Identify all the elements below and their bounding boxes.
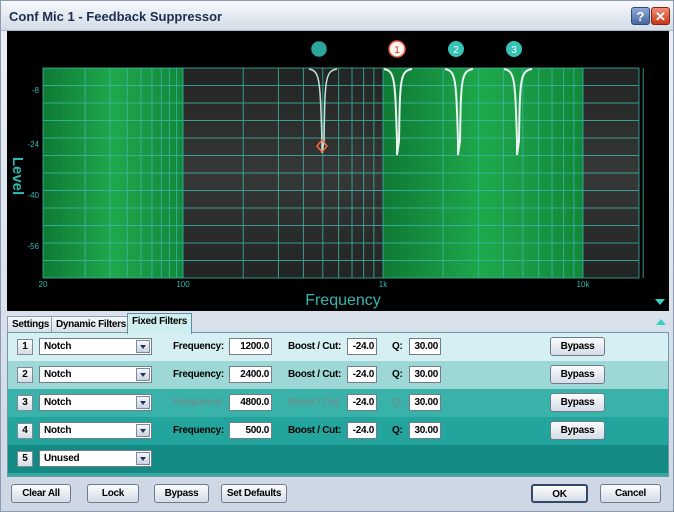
filter-type-select[interactable]: Notch [39,394,152,411]
boost-cut-field[interactable]: -24.0 [347,422,377,439]
filter-marker-1-label: 1 [394,45,400,56]
frequency-label: Frequency: [173,397,224,408]
filter-marker-4[interactable] [310,40,328,58]
filter-row-2: 2 Notch Frequency: 2400.0 Boost / Cut: -… [8,361,668,389]
filter-marker-2-label: 2 [453,45,459,56]
boost-cut-field[interactable]: -24.0 [347,366,377,383]
boost-cut-label: Boost / Cut: [288,397,342,408]
cancel-button[interactable]: Cancel [600,484,661,503]
graph-canvas: -8 -24 -40 -56 20 100 1k 10k 1 2 3 Level Frequ… [9,40,644,309]
fixed-filters-panel: 1 Notch Frequency: 1200.0 Boost / Cut: -… [7,332,669,477]
boost-cut-label: Boost / Cut: [288,425,342,436]
filter-type-value: Notch [44,397,72,408]
filter-type-value: Notch [44,369,72,380]
bypass-filter-button[interactable]: Bypass [550,421,605,440]
bypass-filter-button[interactable]: Bypass [550,337,605,356]
boost-cut-label: Boost / Cut: [288,341,342,352]
filter-row-3: 3 Notch Frequency: 4800.0 Boost / Cut: -… [8,389,668,417]
filter-type-value: Unused [44,453,80,464]
tab-settings[interactable]: Settings [7,316,55,333]
y-tick-label: -40 [27,191,39,200]
chevron-down-icon[interactable] [136,452,150,465]
filter-number: 5 [17,451,33,467]
frequency-field[interactable]: 1200.0 [229,338,272,355]
y-tick-label: -24 [27,140,39,149]
q-label: Q: [392,341,403,352]
q-label: Q: [392,397,403,408]
filter-number: 4 [17,423,33,439]
bypass-filter-button[interactable]: Bypass [550,393,605,412]
x-tick-label: 100 [176,280,190,289]
chevron-down-icon[interactable] [136,368,150,381]
frequency-field[interactable]: 500.0 [229,422,272,439]
panel-collapse-arrow[interactable] [656,319,666,325]
close-button[interactable]: ✕ [651,7,670,25]
bypass-all-button[interactable]: Bypass [154,484,209,503]
title-bar: Conf Mic 1 - Feedback Suppressor ? ✕ [1,1,673,31]
y-tick-label: -8 [32,86,40,95]
filter-marker-3-label: 3 [511,45,517,56]
frequency-field[interactable]: 4800.0 [229,394,272,411]
filter-type-value: Notch [44,425,72,436]
window-title: Conf Mic 1 - Feedback Suppressor [9,9,223,24]
bypass-filter-button[interactable]: Bypass [550,365,605,384]
q-field[interactable]: 30.00 [409,338,441,355]
x-axis-label: Frequency [305,292,381,309]
feedback-suppressor-window: Conf Mic 1 - Feedback Suppressor ? ✕ -8-… [0,0,674,512]
q-field[interactable]: 30.00 [409,394,441,411]
tab-fixed-filters[interactable]: Fixed Filters [127,313,193,334]
filter-number: 1 [17,339,33,355]
filter-row-4: 4 Notch Frequency: 500.0 Boost / Cut: -2… [8,417,668,445]
frequency-field[interactable]: 2400.0 [229,366,272,383]
filter-type-value: Notch [44,341,72,352]
chevron-down-icon[interactable] [136,396,150,409]
y-axis-label: Level [9,157,26,195]
boost-cut-field[interactable]: -24.0 [347,338,377,355]
clear-all-button[interactable]: Clear All [11,484,71,503]
frequency-label: Frequency: [173,425,224,436]
filter-type-select[interactable]: Unused [39,450,152,467]
frequency-label: Frequency: [173,369,224,380]
boost-cut-label: Boost / Cut: [288,369,342,380]
filter-markers: 1 2 3 [310,40,522,58]
x-tick-label: 1k [379,280,388,289]
q-field[interactable]: 30.00 [409,366,441,383]
filter-row-5: 5 Unused [8,445,668,473]
frequency-response-graph[interactable]: -8 -24 -40 -56 20 100 1k 10k 1 2 3 Level Frequ… [7,31,669,311]
q-label: Q: [392,425,403,436]
filter-type-select[interactable]: Notch [39,422,152,439]
q-field[interactable]: 30.00 [409,422,441,439]
set-defaults-button[interactable]: Set Defaults [221,484,287,503]
filter-number: 3 [17,395,33,411]
frequency-label: Frequency: [173,341,224,352]
tab-dynamic-filters[interactable]: Dynamic Filters [51,316,131,333]
y-tick-label: -56 [27,242,39,251]
chevron-down-icon[interactable] [136,424,150,437]
lock-button[interactable]: Lock [87,484,139,503]
graph-collapse-arrow[interactable] [655,299,665,305]
q-label: Q: [392,369,403,380]
x-tick-labels: 20 100 1k 10k [39,280,591,289]
filter-type-select[interactable]: Notch [39,338,152,355]
filter-row-1: 1 Notch Frequency: 1200.0 Boost / Cut: -… [8,333,668,361]
x-tick-label: 10k [577,280,591,289]
boost-cut-field[interactable]: -24.0 [347,394,377,411]
ok-button[interactable]: OK [531,484,588,503]
help-button[interactable]: ? [631,7,650,25]
chevron-down-icon[interactable] [136,340,150,353]
filter-number: 2 [17,367,33,383]
filter-type-select[interactable]: Notch [39,366,152,383]
x-tick-label: 20 [39,280,48,289]
y-tick-labels: -8 -24 -40 -56 [27,86,39,251]
bottom-button-bar: Clear All Lock Bypass Set Defaults OK Ca… [7,481,669,507]
